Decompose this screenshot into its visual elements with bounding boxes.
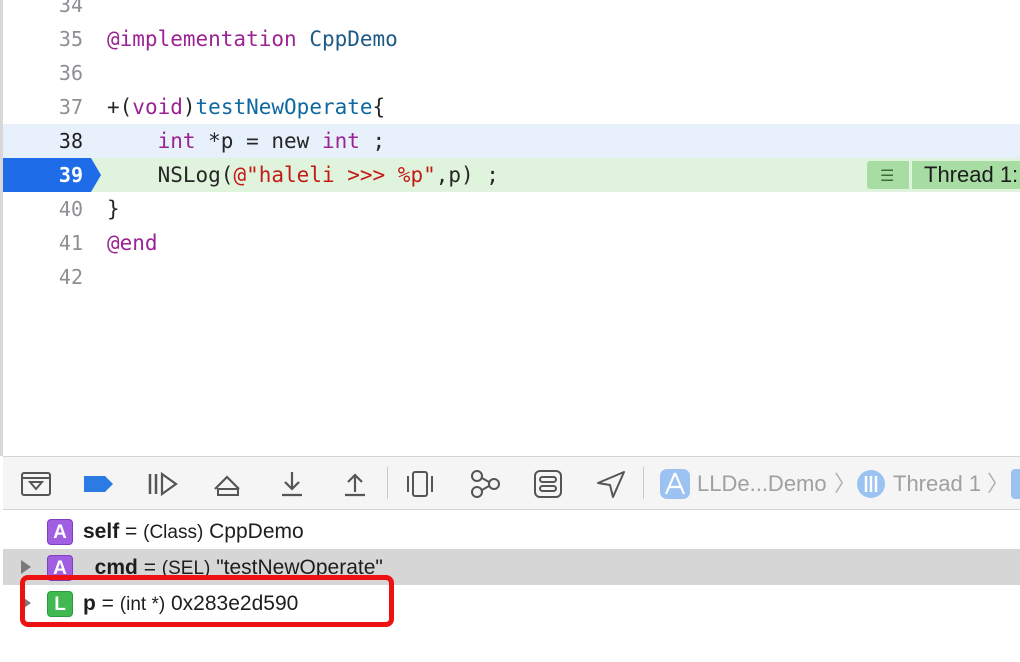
thread-icon [854, 467, 888, 501]
code-token: ; [359, 129, 386, 153]
code-token: @end [107, 231, 158, 255]
app-target-icon [658, 467, 692, 501]
step-out-icon[interactable] [338, 467, 372, 501]
code-token: { [372, 95, 386, 119]
code-line[interactable]: 41 @end [3, 226, 1020, 260]
code-token: ,p) ; [435, 163, 499, 187]
code-line[interactable]: 40} [3, 192, 1020, 226]
code-line[interactable]: 36 [3, 56, 1020, 90]
code-token: } [107, 197, 120, 221]
step-into-icon[interactable] [275, 467, 309, 501]
code-text[interactable]: } [107, 192, 120, 226]
disclosure-triangle-icon[interactable] [21, 560, 31, 574]
line-number[interactable]: 40 [3, 192, 83, 226]
argument-badge-icon: A [47, 519, 73, 545]
variable-name: self [83, 520, 120, 543]
code-token: void [132, 95, 183, 119]
breakpoint-icon[interactable] [81, 467, 115, 501]
line-number[interactable]: 35 [3, 22, 83, 56]
step-over-icon[interactable] [210, 467, 244, 501]
debug-toolbar: LLDe...Demo 〉 Thread 1 〉 [3, 456, 1020, 510]
code-token: ) [182, 95, 196, 119]
code-token: int [157, 129, 196, 153]
line-number[interactable]: 36 [3, 56, 83, 90]
line-number[interactable]: 41 [3, 226, 83, 260]
line-number[interactable]: 37 [3, 90, 83, 124]
code-text[interactable]: NSLog(@"haleli >>> %p",p) ; [107, 158, 499, 192]
code-token: int [321, 129, 360, 153]
code-line[interactable]: 38 int *p = new int ; [3, 124, 1020, 158]
code-line[interactable]: 39 NSLog(@"haleli >>> %p",p) ; ☰ Thread 1: [3, 158, 1020, 192]
code-token: @"haleli >>> %p" [233, 163, 436, 187]
code-line[interactable]: 42 [3, 260, 1020, 294]
code-token: NSLog( [107, 163, 234, 187]
code-token: +( [107, 95, 133, 119]
code-text[interactable]: int *p = new int ; [107, 124, 386, 158]
code-line[interactable]: 34 [3, 0, 1020, 22]
code-token: testNewOperate [195, 95, 373, 119]
code-token: *p = new [195, 129, 322, 153]
line-number[interactable]: 34 [3, 0, 83, 22]
toolbar-separator [387, 467, 388, 499]
breadcrumb-chevron-icon: 〉 [834, 471, 857, 496]
code-text[interactable]: @end [107, 226, 158, 260]
equals-sign: = [119, 520, 144, 543]
continue-icon[interactable] [145, 467, 179, 501]
variable-type: (Class) [143, 522, 204, 543]
code-token: CppDemo [309, 27, 398, 51]
breadcrumb-thread[interactable]: Thread 1 [893, 468, 981, 500]
thread-annotation-menu-button[interactable]: ☰ [867, 161, 909, 189]
code-token: @implementation [107, 27, 297, 51]
code-text[interactable]: +(void)testNewOperate{ [107, 90, 385, 124]
variable-row[interactable]: Aself = (Class) CppDemo [3, 513, 1020, 549]
frame-icon [1011, 469, 1020, 499]
line-number: 39 [58, 163, 83, 187]
memory-graph-icon[interactable] [468, 467, 502, 501]
highlight-annotation-box [20, 575, 394, 627]
variable-description: self = (Class) CppDemo [83, 517, 304, 548]
code-line[interactable]: 35 @implementation CppDemo [3, 22, 1020, 56]
view-hierarchy-icon[interactable] [403, 467, 437, 501]
variable-value: CppDemo [203, 520, 304, 543]
menu-lines-icon: ☰ [880, 168, 895, 185]
line-number[interactable]: 42 [3, 260, 83, 294]
panel-toggle-icon[interactable] [19, 467, 53, 501]
code-text[interactable]: @implementation CppDemo [107, 22, 398, 56]
breadcrumb-app[interactable]: LLDe...Demo [697, 468, 827, 500]
toolbar-separator [643, 467, 644, 499]
environment-icon[interactable] [531, 467, 565, 501]
line-number[interactable]: 38 [3, 124, 83, 158]
location-icon[interactable] [594, 467, 628, 501]
code-line[interactable]: 37 +(void)testNewOperate{ [3, 90, 1020, 124]
thread-annotation-label[interactable]: Thread 1: [912, 161, 1020, 189]
breadcrumb-chevron-icon: 〉 [987, 471, 1010, 496]
source-editor[interactable]: 34 35 @implementation CppDemo 36 37 +(void)te… [0, 0, 1020, 456]
